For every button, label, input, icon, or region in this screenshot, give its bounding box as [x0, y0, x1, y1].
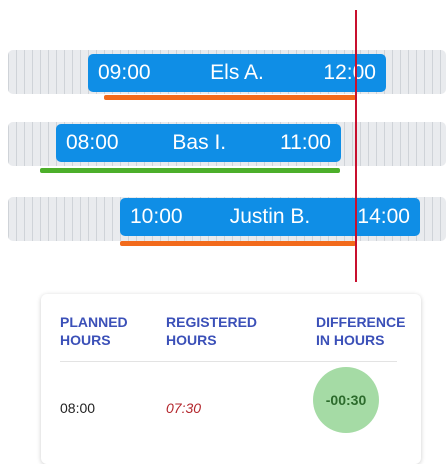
difference-badge: -00:30	[313, 367, 379, 433]
shift-employee-name: Bas I.	[172, 131, 227, 154]
current-time-line	[355, 10, 357, 282]
difference-hours-header: DIFFERENCE IN HOURS	[316, 314, 406, 348]
shift-end-time: 12:00	[323, 61, 376, 84]
shift-start-time: 10:00	[130, 205, 183, 228]
shift-end-time: 11:00	[279, 131, 331, 154]
shift-end-time: 14:00	[357, 205, 410, 228]
shift-employee-name: Justin B.	[229, 205, 311, 228]
registered-hours-value: 07:30	[166, 400, 202, 416]
shift-underline-green	[40, 168, 340, 173]
hours-summary-card: PLANNED HOURS REGISTERED HOURS DIFFERENC…	[41, 294, 421, 464]
shift-start-time: 09:00	[98, 61, 151, 84]
shift-underline-orange	[104, 95, 356, 100]
shift-bar-justin[interactable]: 10:00 Justin B. 14:00	[120, 198, 420, 236]
shift-bar-bas[interactable]: 08:00 Bas I. 11:00	[56, 124, 341, 162]
shift-bar-els[interactable]: 09:00 Els A. 12:00	[88, 54, 386, 92]
planned-hours-header: PLANNED HOURS	[60, 314, 128, 348]
shift-start-time: 08:00	[66, 131, 119, 154]
shift-employee-name: Els A.	[210, 61, 264, 84]
header-divider	[60, 361, 397, 362]
registered-hours-header: REGISTERED HOURS	[166, 314, 258, 348]
shift-underline-orange	[120, 241, 356, 246]
planned-hours-value: 08:00	[60, 400, 96, 416]
